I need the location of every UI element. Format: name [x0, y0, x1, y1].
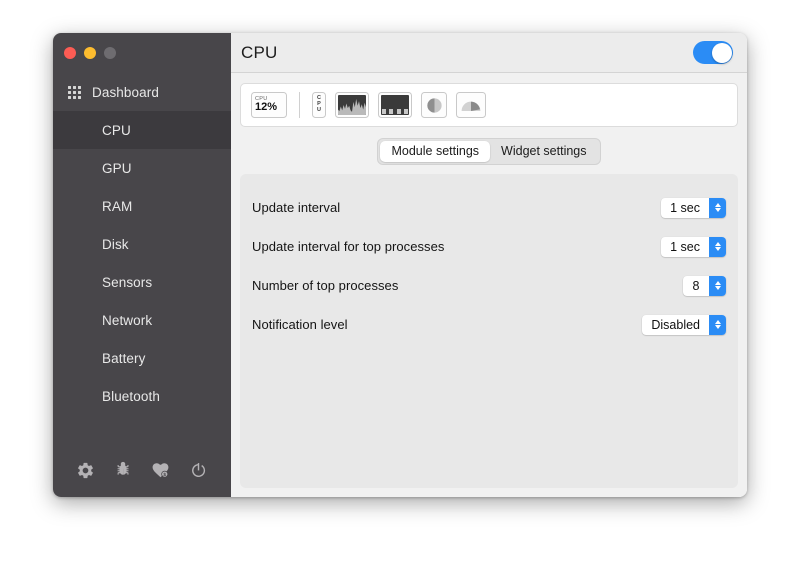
sidebar-item-label: Sensors [102, 274, 153, 290]
app-window: Dashboard CPU GPU RAM Disk Sensors Netwo… [53, 33, 747, 497]
content-area: CPU CPU 12% C P U Module settings Widget… [231, 33, 747, 497]
sidebar-item-label: Network [102, 312, 153, 328]
speedometer-preview [461, 101, 481, 111]
line-chart-widget-option[interactable] [335, 92, 369, 118]
sidebar-item-label: RAM [102, 198, 133, 214]
svg-text:$: $ [164, 471, 167, 477]
sidebar-item-ram[interactable]: RAM [53, 187, 231, 225]
gear-icon[interactable] [75, 459, 97, 481]
tabs-row: Module settings Widget settings [240, 138, 738, 165]
tab-widget-settings[interactable]: Widget settings [490, 141, 597, 162]
setting-row-number-of-top-processes: Number of top processes 8 [252, 266, 726, 305]
maximize-button[interactable] [104, 47, 116, 59]
bar-chart-widget-option[interactable] [378, 92, 412, 118]
module-enable-toggle[interactable] [693, 41, 733, 64]
minimize-button[interactable] [84, 47, 96, 59]
bar-chart-preview [381, 95, 409, 115]
sidebar-item-label: CPU [102, 122, 131, 138]
chevron-up-down-icon [709, 275, 726, 296]
widget-selector-strip: CPU 12% C P U [240, 83, 738, 127]
settings-tabs: Module settings Widget settings [377, 138, 601, 165]
label-widget-char-u: U [317, 107, 321, 114]
select-value: 1 sec [670, 200, 700, 215]
toggle-knob [711, 42, 732, 63]
pie-chart-preview [426, 97, 442, 113]
sidebar-footer: $ [53, 443, 231, 497]
sidebar-item-sensors[interactable]: Sensors [53, 263, 231, 301]
heart-dollar-icon[interactable]: $ [150, 459, 172, 481]
settings-panel: Update interval 1 sec Update interval fo… [240, 174, 738, 488]
setting-row-update-interval: Update interval 1 sec [252, 188, 726, 227]
mini-widget-value: 12% [255, 100, 278, 113]
sidebar-item-network[interactable]: Network [53, 301, 231, 339]
label-widget-option[interactable]: C P U [312, 92, 326, 118]
close-button[interactable] [64, 47, 76, 59]
widget-separator [299, 92, 300, 118]
setting-label: Update interval for top processes [252, 239, 445, 254]
speedometer-widget-option[interactable] [456, 92, 486, 118]
update-interval-select[interactable]: 1 sec [661, 197, 726, 218]
power-icon[interactable] [187, 459, 209, 481]
setting-label: Number of top processes [252, 278, 399, 293]
setting-row-update-interval-top-processes: Update interval for top processes 1 sec [252, 227, 726, 266]
content-header: CPU [231, 33, 747, 73]
sidebar-item-label: Bluetooth [102, 388, 160, 404]
chevron-up-down-icon [709, 197, 726, 218]
chevron-up-down-icon [709, 236, 726, 257]
sidebar-item-cpu[interactable]: CPU [53, 111, 231, 149]
window-controls [53, 33, 231, 73]
top-processes-interval-select[interactable]: 1 sec [661, 236, 726, 257]
select-value: Disabled [651, 317, 700, 332]
grid-icon [68, 85, 81, 99]
pie-chart-widget-option[interactable] [421, 92, 447, 118]
sidebar-item-disk[interactable]: Disk [53, 225, 231, 263]
select-value: 8 [692, 278, 700, 293]
sidebar-item-label: Disk [102, 236, 129, 252]
setting-row-notification-level: Notification level Disabled [252, 305, 726, 344]
mini-widget-option[interactable]: CPU 12% [251, 92, 287, 118]
bug-icon[interactable] [112, 459, 134, 481]
setting-label: Update interval [252, 200, 341, 215]
sidebar: Dashboard CPU GPU RAM Disk Sensors Netwo… [53, 33, 231, 497]
select-value: 1 sec [670, 239, 700, 254]
chevron-up-down-icon [709, 314, 726, 335]
line-chart-preview [338, 95, 366, 115]
number-of-top-processes-select[interactable]: 8 [683, 275, 726, 296]
notification-level-select[interactable]: Disabled [642, 314, 726, 335]
sidebar-item-dashboard[interactable]: Dashboard [53, 73, 231, 111]
sidebar-item-label: Dashboard [92, 84, 159, 100]
sidebar-item-gpu[interactable]: GPU [53, 149, 231, 187]
sidebar-item-label: Battery [102, 350, 146, 366]
tab-module-settings[interactable]: Module settings [380, 141, 491, 162]
sidebar-item-bluetooth[interactable]: Bluetooth [53, 377, 231, 415]
page-title: CPU [241, 42, 278, 62]
sidebar-nav: Dashboard CPU GPU RAM Disk Sensors Netwo… [53, 73, 231, 443]
content-body: CPU 12% C P U Module settings Widget set… [231, 73, 747, 497]
setting-label: Notification level [252, 317, 348, 332]
sidebar-item-battery[interactable]: Battery [53, 339, 231, 377]
sidebar-item-label: GPU [102, 160, 132, 176]
